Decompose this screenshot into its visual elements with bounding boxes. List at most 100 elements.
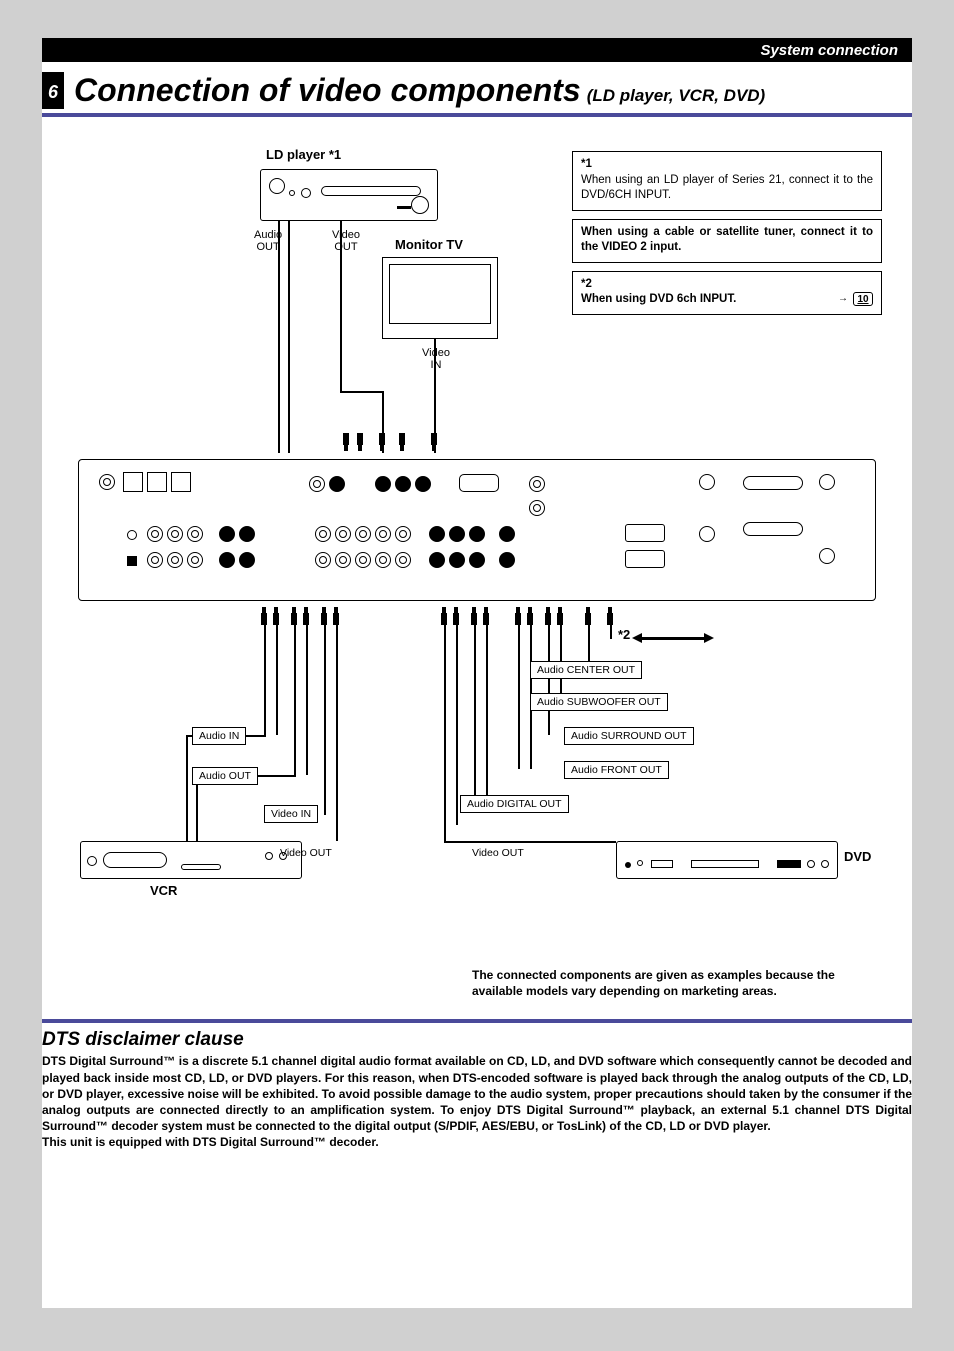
- ld-player-label: LD player *1: [266, 147, 341, 162]
- page-ref-icon: 10: [853, 292, 873, 306]
- dvd-audio-center-label: Audio CENTER OUT: [530, 661, 642, 679]
- note-1-body: When using an LD player of Series 21, co…: [581, 173, 873, 204]
- dvd-display: [651, 860, 673, 868]
- plug-icon: [290, 607, 298, 625]
- vcr-audio-out-label: Audio OUT: [192, 767, 258, 785]
- note-3-head: *2: [581, 277, 873, 293]
- optical-port: [459, 474, 499, 497]
- info-boxes: *1 When using an LD player of Series 21,…: [572, 151, 882, 323]
- wire: [474, 625, 476, 803]
- wire: [444, 625, 446, 841]
- wire: [324, 625, 326, 815]
- jack: [469, 552, 485, 568]
- jack: [239, 526, 255, 542]
- jack: [147, 526, 163, 542]
- terminal: [699, 474, 715, 490]
- jack: [415, 476, 431, 492]
- jack: [375, 476, 391, 492]
- jack: [355, 552, 371, 568]
- plug-icon: [260, 607, 268, 625]
- jack: [429, 526, 445, 542]
- jack: [355, 526, 371, 542]
- dvd-btns: [777, 860, 801, 868]
- page-title: Connection of video components: [74, 72, 581, 109]
- jack: [449, 552, 465, 568]
- section-header-text: System connection: [760, 42, 898, 59]
- jack: [167, 552, 183, 568]
- vcr-label: VCR: [150, 883, 177, 898]
- dvd-video-out-label: Video OUT: [472, 847, 524, 859]
- dvd-btn: [637, 860, 643, 866]
- plug-icon: [272, 607, 280, 625]
- jack: [315, 526, 331, 542]
- wire: [336, 625, 338, 841]
- jack: [335, 526, 351, 542]
- terminal: [123, 472, 143, 492]
- plug-icon: [430, 433, 438, 451]
- jack: [239, 552, 255, 568]
- dvd-led: [625, 862, 631, 868]
- digital-in: [625, 524, 665, 547]
- wire: [486, 625, 488, 803]
- jack: [219, 552, 235, 568]
- page-number: 6: [42, 72, 64, 109]
- page-number-text: 6: [48, 82, 58, 103]
- wire: [288, 221, 290, 453]
- dvd-illustration: [616, 841, 838, 879]
- jack: [469, 526, 485, 542]
- vcr-btn: [279, 852, 287, 860]
- wire: [340, 221, 342, 391]
- jack: [375, 526, 391, 542]
- jack: [219, 526, 235, 542]
- connection-diagram: LD player *1 Audio OUT Video OUT Monitor…: [42, 147, 912, 957]
- jack: [147, 552, 163, 568]
- wire: [306, 625, 308, 775]
- receiver-rear-panel: [78, 459, 876, 601]
- dvd-tray: [691, 860, 759, 868]
- ld-player-illustration: [260, 169, 438, 221]
- jack: [499, 552, 515, 568]
- speaker-terminal: [743, 476, 803, 490]
- monitor-tv-label: Monitor TV: [395, 237, 463, 252]
- gnd: [127, 556, 137, 566]
- note-3: *2 10 When using DVD 6ch INPUT.: [572, 271, 882, 315]
- wire: [518, 625, 520, 769]
- video-out-label: Video OUT: [332, 229, 360, 253]
- jack: [99, 474, 115, 490]
- wire: [294, 625, 296, 775]
- ld-slot: [397, 206, 411, 209]
- jack: [315, 552, 331, 568]
- jack: [429, 552, 445, 568]
- note-3-body: When using DVD 6ch INPUT.: [581, 292, 873, 308]
- vcr-btn: [265, 852, 273, 860]
- example-note: The connected components are given as ex…: [472, 967, 882, 999]
- note-2-body: When using a cable or satellite tuner, c…: [581, 225, 873, 256]
- terminal: [699, 526, 715, 542]
- plug-icon: [440, 607, 448, 625]
- wire: [278, 221, 280, 453]
- jack: [395, 552, 411, 568]
- dvd-audio-digital-label: Audio DIGITAL OUT: [460, 795, 569, 813]
- dvd-audio-surround-label: Audio SURROUND OUT: [564, 727, 694, 745]
- terminal: [147, 472, 167, 492]
- vcr-illustration: [80, 841, 302, 879]
- gnd: [127, 530, 137, 540]
- asterisk-2-marker: *2: [618, 627, 630, 642]
- wire: [264, 625, 266, 735]
- title-row: 6 Connection of video components (LD pla…: [42, 72, 912, 117]
- plug-icon: [544, 607, 552, 625]
- jack: [499, 526, 515, 542]
- vcr-audio-in-label: Audio IN: [192, 727, 246, 745]
- dvd-audio-sub-label: Audio SUBWOOFER OUT: [530, 693, 668, 711]
- jack: [335, 552, 351, 568]
- dvd-audio-front-label: Audio FRONT OUT: [564, 761, 669, 779]
- wire: [340, 391, 384, 393]
- section-header: System connection: [42, 38, 912, 62]
- dvd-btn: [807, 860, 815, 868]
- plug-icon: [320, 607, 328, 625]
- dts-title: DTS disclaimer clause: [42, 1029, 912, 1051]
- note-1-head: *1: [581, 157, 873, 173]
- note-1: *1 When using an LD player of Series 21,…: [572, 151, 882, 211]
- dts-equipped-text: This unit is equipped with DTS Digital S…: [42, 1135, 379, 1149]
- wire: [456, 625, 458, 825]
